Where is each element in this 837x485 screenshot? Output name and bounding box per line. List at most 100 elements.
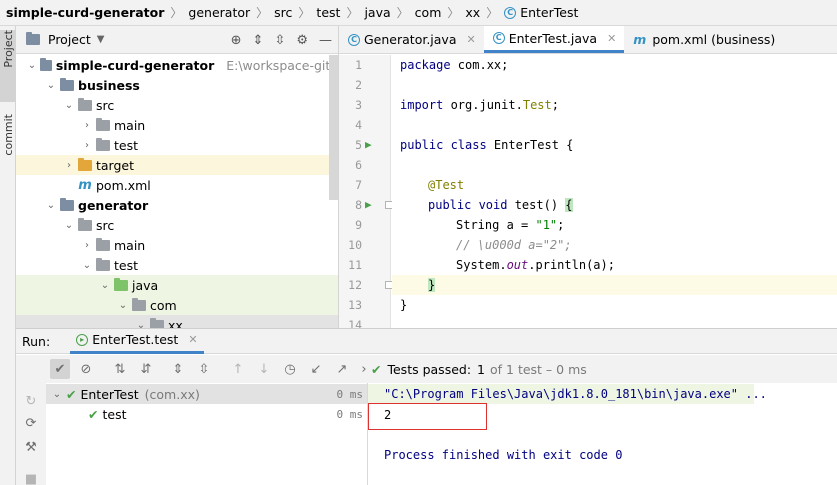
chevron-down-icon[interactable]: ⌄ [62,220,76,231]
folder-icon [78,97,92,111]
export-tests-icon[interactable]: ↗ [332,359,352,379]
project-panel-title[interactable]: Project [48,32,91,47]
collapse-all-icon[interactable]: ⇳ [274,34,285,47]
project-tool-tab[interactable]: Project [0,30,16,102]
toggle-autotest-icon[interactable]: ⟳ [21,413,41,433]
run-method-icon[interactable]: ▶ [365,199,377,211]
project-panel-header: Project ▼ ⊕ ⇕ ⇳ ⚙ — [16,26,338,54]
show-ignored-icon[interactable]: ⊘ [76,359,96,379]
line-number: 10 [348,238,362,252]
tree-item[interactable]: m pom.xml [16,175,338,195]
test-suite-row[interactable]: ⌄ ✔ EnterTest (com.xx) 0 ms [46,384,367,404]
minimize-icon[interactable]: — [319,34,332,47]
close-icon[interactable]: ✕ [467,33,476,46]
code-line-current: } [392,275,837,295]
tab-pom-xml[interactable]: m pom.xml (business) [624,26,783,53]
code-token: @Test [428,178,465,192]
gear-icon[interactable]: ⚙ [296,34,308,47]
tree-item[interactable]: ⌄ test [16,255,338,275]
tree-item[interactable]: ⌄ com [16,295,338,315]
test-case-row[interactable]: ✔ test 0 ms [46,404,367,424]
import-tests-icon[interactable]: ↙ [306,359,326,379]
chevron-down-icon[interactable]: ⌄ [116,300,130,311]
chevron-down-icon[interactable]: ⌄ [80,260,94,271]
expand-all-icon[interactable]: ⇕ [253,34,264,47]
chevron-down-icon[interactable]: ⌄ [44,200,58,211]
editor-tabs: C Generator.java ✕ C EnterTest.java ✕ m … [339,26,837,54]
close-icon[interactable]: ✕ [188,333,197,346]
chevron-right-icon: 〉 [346,6,359,20]
chevron-right-icon[interactable]: › [80,240,94,251]
breadcrumb-item[interactable]: simple-curd-generator [6,5,164,20]
tree-item[interactable]: › target [16,155,338,175]
module-folder-icon [60,197,74,211]
line-number: 11 [348,258,362,272]
chevron-down-icon[interactable]: ⌄ [26,60,38,71]
line-number: 2 [355,78,362,92]
expand-all-icon[interactable]: ⇕ [168,359,188,379]
sort-alpha-icon[interactable]: ⇅ [110,359,130,379]
line-number: 1 [355,58,362,72]
chevron-right-icon: 〉 [170,6,183,20]
previous-failed-icon[interactable]: ↑ [228,359,248,379]
tree-item-label: src [96,217,115,233]
tree-item[interactable]: ⌄ generator [16,195,338,215]
console-output[interactable]: "C:\Program Files\Java\jdk1.8.0_181\bin\… [368,383,837,485]
breadcrumb-item-current[interactable]: C EnterTest [504,5,578,20]
chevron-down-icon[interactable]: ⌄ [50,389,64,400]
run-tab-entertest[interactable]: ▸ EnterTest.test ✕ [70,329,204,354]
tree-item[interactable]: ⌄ xx [16,315,338,328]
collapse-all-icon[interactable]: ⇳ [194,359,214,379]
breadcrumb-item[interactable]: generator [188,5,250,20]
folder-icon [96,137,110,151]
tab-generator-java[interactable]: C Generator.java ✕ [339,26,484,53]
chevron-down-icon[interactable]: ⌄ [44,80,58,91]
chevron-down-icon[interactable]: ⌄ [134,320,148,329]
code-token: ; [551,98,559,112]
run-panel-header: Run: ▸ EnterTest.test ✕ [16,328,837,354]
tree-item[interactable]: › test [16,135,338,155]
next-failed-icon[interactable]: ↓ [254,359,274,379]
close-icon[interactable]: ✕ [607,32,616,45]
tree-item[interactable]: ⌄ src [16,215,338,235]
history-icon[interactable]: ◷ [280,359,300,379]
tree-item[interactable]: ⌄ simple-curd-generator E:\workspace-git… [16,55,338,75]
chevron-down-icon[interactable]: ▼ [97,34,105,45]
code-line: System.out.println(a); [392,255,837,275]
breadcrumb-item[interactable]: test [316,5,340,20]
code-token: "1" [535,218,558,232]
tree-item[interactable]: › main [16,235,338,255]
breadcrumb-item[interactable]: src [274,5,292,20]
tree-item[interactable]: › main [16,115,338,135]
run-class-icon[interactable]: ▶ [365,139,377,151]
tree-item[interactable]: ⌄ business [16,75,338,95]
tree-item-label: test [114,257,139,273]
code-line: public class EnterTest { [392,135,837,155]
wrench-icon[interactable]: ⚒ [21,437,41,457]
breadcrumb-item[interactable]: xx [465,5,480,20]
chevron-right-icon[interactable]: › [62,160,76,171]
chevron-down-icon[interactable]: ⌄ [98,280,112,291]
line-number: 6 [355,158,362,172]
chevron-down-icon[interactable]: ⌄ [62,100,76,111]
stop-icon[interactable]: ■ [21,469,41,485]
tab-entertest-java[interactable]: C EnterTest.java ✕ [483,26,625,53]
code-editor[interactable]: package com.xx; import org.junit.Test; p… [392,55,837,328]
show-passed-icon[interactable]: ✔ [50,359,70,379]
console-exit-line: Process finished with exit code 0 [384,448,623,462]
chevron-right-icon[interactable]: › [80,140,94,151]
breadcrumb-item[interactable]: java [364,5,390,20]
code-token: { [565,198,573,212]
tree-item[interactable]: ⌄ java [16,275,338,295]
chevron-right-icon[interactable]: › [80,120,94,131]
commit-tool-tab[interactable]: commit [0,114,16,174]
locate-icon[interactable]: ⊕ [231,34,242,47]
tab-label: Generator.java [364,32,457,47]
tree-item[interactable]: ⌄ src [16,95,338,115]
tree-item-label: com [150,297,177,313]
tree-scrollbar[interactable] [329,55,338,200]
breadcrumb-item[interactable]: com [415,5,442,20]
rerun-failed-icon[interactable]: ↻ [21,391,41,411]
code-line: } [392,295,837,315]
sort-duration-icon[interactable]: ⇵ [136,359,156,379]
